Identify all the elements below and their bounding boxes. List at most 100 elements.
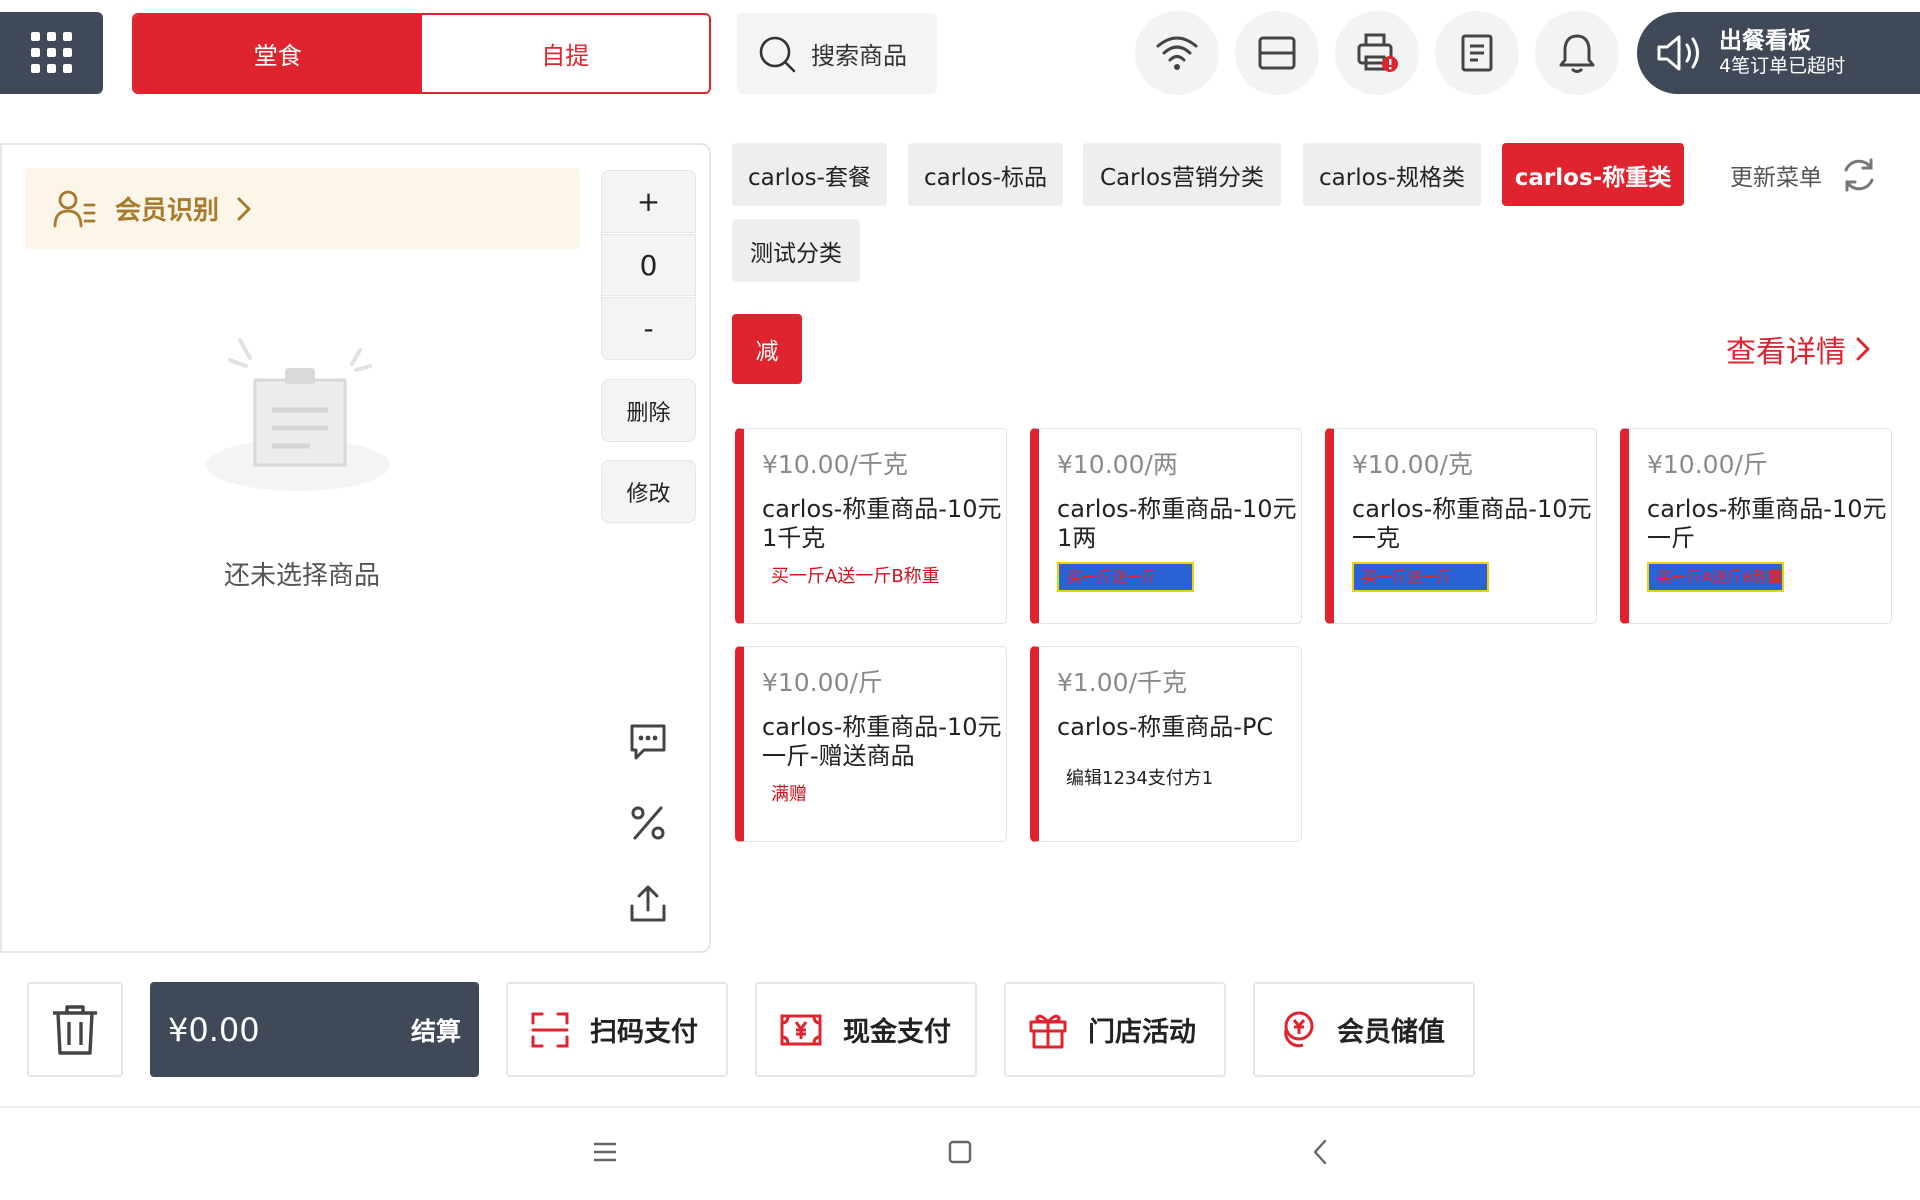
product-price: ¥10.00/克: [1352, 450, 1473, 479]
printer-alert-icon: [1357, 33, 1398, 72]
empty-cart-illustration: [206, 338, 390, 491]
menu-icon: [594, 1142, 616, 1162]
back-icon: [1313, 1139, 1327, 1165]
wifi-button[interactable]: [1135, 11, 1219, 95]
quantity-plus-button[interactable]: +: [601, 170, 696, 233]
category-tab-active[interactable]: carlos-称重类: [1502, 143, 1684, 206]
quantity-value: 0: [601, 234, 696, 296]
nav-home-button[interactable]: [940, 1128, 980, 1176]
product-price: ¥10.00/斤: [762, 668, 883, 697]
refresh-icon: [1844, 158, 1874, 192]
refresh-menu-label: 更新菜单: [1730, 165, 1822, 191]
chevron-right-icon: [237, 197, 251, 220]
member-recharge-label: 会员储值: [1337, 1017, 1445, 1048]
product-name: carlos-称重商品-10元1两: [1057, 495, 1297, 552]
product-card[interactable]: ¥10.00/斤 carlos-称重商品-10元一斤-赠送商品 满赠: [735, 646, 1007, 842]
view-details-label: 查看详情: [1726, 335, 1846, 370]
trash-icon: [53, 1004, 97, 1055]
member-recharge-button[interactable]: 会员储值: [1253, 982, 1475, 1077]
product-promo-tag: 买一斤送一斤: [1057, 562, 1194, 592]
app-menu-button[interactable]: [0, 12, 103, 94]
cash-pay-button[interactable]: 现金支付: [755, 982, 977, 1077]
scanner-icon: [1258, 36, 1296, 70]
product-name: carlos-称重商品-10元1千克: [762, 495, 1002, 552]
delete-button[interactable]: 删除: [601, 379, 696, 442]
category-tab[interactable]: Carlos营销分类: [1083, 143, 1281, 206]
member-label: 会员识别: [115, 196, 220, 226]
product-price: ¥10.00/千克: [762, 450, 908, 479]
product-price: ¥1.00/千克: [1057, 668, 1187, 697]
promotion-reduce-tag[interactable]: 减: [732, 314, 802, 384]
tab-pickup[interactable]: 自提: [421, 15, 709, 92]
clear-cart-button[interactable]: [27, 982, 123, 1077]
store-activity-label: 门店活动: [1088, 1017, 1196, 1048]
coin-icon: [1284, 1011, 1314, 1047]
bell-icon: [1559, 34, 1595, 73]
printer-button[interactable]: [1335, 11, 1419, 95]
product-name: carlos-称重商品-10元一斤-赠送商品: [762, 713, 1002, 770]
comment-icon: [630, 724, 666, 760]
scan-pay-label: 扫码支付: [590, 1017, 698, 1048]
scan-pay-button[interactable]: 扫码支付: [506, 982, 728, 1077]
grid-icon: [30, 32, 72, 73]
remark-button[interactable]: [620, 714, 676, 770]
order-type-tabs: 堂食 自提: [132, 13, 711, 94]
category-tab[interactable]: carlos-标品: [908, 143, 1063, 206]
notifications-button[interactable]: [1535, 11, 1619, 95]
product-card[interactable]: ¥10.00/克 carlos-称重商品-10元一克 买一斤送一斤: [1325, 428, 1597, 624]
home-square-icon: [948, 1140, 972, 1164]
discount-button[interactable]: [620, 795, 676, 851]
kitchen-board-text: 出餐看板 4笔订单已超时: [1719, 28, 1845, 78]
scan-code-icon: [531, 1012, 569, 1047]
document-icon: [1461, 34, 1493, 72]
product-promo-tag: 买一斤A送斤B称重: [1647, 562, 1784, 592]
search-label: 搜索商品: [811, 42, 907, 70]
product-name: carlos-称重商品-10元一克: [1352, 495, 1592, 552]
view-details-link[interactable]: 查看详情: [1726, 326, 1870, 372]
cash-icon: [780, 1014, 822, 1045]
product-price: ¥10.00/两: [1057, 450, 1178, 479]
product-promo-tag: 买一斤A送一斤B称重: [771, 566, 940, 587]
category-tab[interactable]: carlos-规格类: [1303, 143, 1481, 206]
product-name: carlos-称重商品-10元一斤: [1647, 495, 1887, 552]
checkout-button[interactable]: ¥0.00 结算: [150, 982, 479, 1077]
category-tab[interactable]: carlos-套餐: [732, 143, 887, 206]
tab-dine-in[interactable]: 堂食: [134, 15, 422, 92]
kitchen-board-title: 出餐看板: [1719, 28, 1811, 54]
product-card[interactable]: ¥10.00/千克 carlos-称重商品-10元1千克 买一斤A送一斤B称重: [735, 428, 1007, 624]
upload-icon: [630, 885, 666, 922]
product-card[interactable]: ¥10.00/斤 carlos-称重商品-10元一斤 买一斤A送斤B称重: [1620, 428, 1892, 624]
cash-pay-label: 现金支付: [843, 1017, 951, 1048]
chevron-right-icon: [1856, 337, 1870, 361]
product-card[interactable]: ¥1.00/千克 carlos-称重商品-PC 编辑1234支付方1: [1030, 646, 1302, 842]
product-card[interactable]: ¥10.00/两 carlos-称重商品-10元1两 买一斤送一斤: [1030, 428, 1302, 624]
nav-back-button[interactable]: [1300, 1128, 1340, 1176]
member-icon: [53, 190, 96, 227]
empty-cart-text: 还未选择商品: [223, 561, 380, 591]
product-promo-tag: 编辑1234支付方1: [1066, 768, 1214, 789]
cart-total: ¥0.00: [168, 1010, 260, 1049]
checkout-label: 结算: [410, 1016, 461, 1046]
search-button[interactable]: 搜索商品: [737, 13, 937, 94]
speaker-icon: [1657, 35, 1699, 71]
store-activity-button[interactable]: 门店活动: [1004, 982, 1226, 1077]
product-name: carlos-称重商品-PC: [1057, 713, 1274, 741]
scan-device-button[interactable]: [1235, 11, 1319, 95]
nav-menu-button[interactable]: [585, 1128, 625, 1176]
member-identify-button[interactable]: 会员识别: [25, 168, 580, 249]
search-icon: [759, 36, 796, 72]
refresh-menu-button[interactable]: 更新菜单: [1730, 154, 1878, 196]
category-tab[interactable]: 测试分类: [732, 219, 860, 282]
product-price: ¥10.00/斤: [1647, 450, 1768, 479]
product-promo-tag: 满赠: [771, 784, 807, 805]
percent-icon: [631, 806, 665, 840]
quantity-minus-button[interactable]: -: [601, 297, 696, 360]
kitchen-board-button[interactable]: 出餐看板 4笔订单已超时: [1637, 12, 1920, 94]
gift-icon: [1029, 1014, 1067, 1048]
product-promo-tag: 买一斤送一斤: [1352, 562, 1489, 592]
orders-button[interactable]: [1435, 11, 1519, 95]
wifi-icon: [1156, 36, 1198, 70]
modify-button[interactable]: 修改: [601, 460, 696, 523]
nav-divider: [0, 1106, 1920, 1108]
hang-order-button[interactable]: [620, 876, 676, 932]
